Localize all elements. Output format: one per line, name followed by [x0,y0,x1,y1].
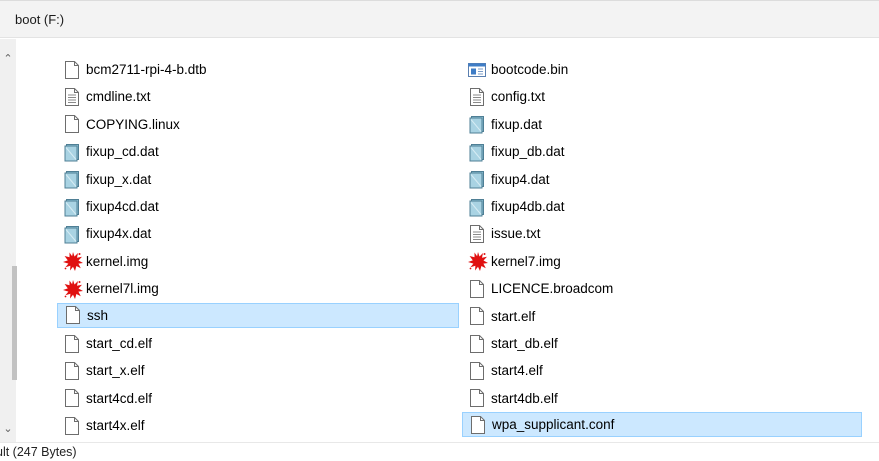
cut-off-item-right [467,39,587,44]
text-file-icon [468,224,486,244]
dat-file-icon [468,169,486,189]
left-column-file-item[interactable]: fixup_x.dat [57,167,459,192]
right-column-file-item[interactable]: start4.elf [462,358,862,383]
window-titlebar: boot (F:) [0,0,879,38]
window-title: boot (F:) [15,12,65,27]
file-name-label: config.txt [491,89,546,105]
status-text: ult (247 Bytes) [0,445,77,459]
blank-file-icon [63,60,81,80]
right-column-file-item[interactable]: start.elf [462,304,862,329]
file-name-label: fixup_x.dat [86,171,152,187]
file-name-label: fixup4x.dat [86,226,152,242]
file-name-label: fixup4.dat [491,171,550,187]
file-name-label: kernel7l.img [86,281,159,297]
blank-file-icon [63,114,81,134]
left-column-file-item[interactable]: fixup4x.dat [57,221,459,246]
scroll-down-arrow-icon[interactable]: ⌄ [0,421,16,437]
file-name-label: wpa_supplicant.conf [492,417,615,433]
left-column-file-item[interactable]: start_x.elf [57,358,459,383]
file-name-label: start4x.elf [86,418,145,434]
blank-file-icon [468,306,486,326]
right-column-file-item[interactable]: config.txt [462,84,862,109]
blank-file-icon [63,334,81,354]
right-column-file-item[interactable]: start_db.elf [462,331,862,356]
file-name-label: ssh [87,307,109,323]
titlebar-divider [0,0,879,1]
file-name-label: fixup4db.dat [491,199,565,214]
file-name-label: start.elf [491,308,536,324]
file-name-label: cmdline.txt [86,89,151,105]
file-name-label: bcm2711-rpi-4-b.dtb [86,62,207,77]
file-name-label: kernel7.img [491,253,561,269]
dat-file-icon [468,114,486,134]
dat-file-icon [63,142,81,162]
text-file-icon [63,87,81,107]
file-name-label: start4db.elf [491,390,558,406]
right-column-file-item[interactable]: fixup_db.dat [462,139,862,164]
file-name-label: fixup_cd.dat [86,144,159,160]
file-name-label: start4cd.elf [86,390,153,406]
text-file-icon [468,87,486,107]
right-column-file-item[interactable]: wpa_supplicant.conf [462,412,862,438]
blank-file-icon [468,279,486,299]
file-name-label: kernel.img [86,253,149,269]
left-column-file-item[interactable]: start4x.elf [57,413,459,438]
splat-img-icon [468,251,488,272]
status-bar: ult (247 Bytes) [0,442,879,461]
left-column-file-item[interactable]: ssh [57,302,459,328]
file-name-label: COPYING.linux [86,116,180,132]
blank-file-icon [469,415,487,435]
dat-file-icon [63,224,81,244]
blank-file-icon [468,388,486,408]
right-column-file-item[interactable]: fixup4db.dat [462,194,862,219]
bin-file-icon [468,60,486,80]
file-name-label: issue.txt [491,226,541,242]
left-column-file-item[interactable]: kernel7l.img [57,276,459,301]
splat-img-icon [63,251,83,272]
right-column-file-item[interactable]: LICENCE.broadcom [462,276,862,301]
file-name-label: start_db.elf [491,336,558,351]
file-list-pane[interactable]: bcm2711-rpi-4-b.dtb cmdline.txt COPYING.li… [16,39,879,442]
blank-file-icon [63,388,81,408]
cut-off-item-left [63,39,249,44]
file-name-label: LICENCE.broadcom [491,281,614,297]
vertical-scrollbar[interactable]: ⌃ ⌄ [0,39,17,442]
file-name-label: start_cd.elf [86,336,153,351]
left-column-file-item[interactable]: cmdline.txt [57,84,459,109]
splat-img-icon [63,279,83,299]
file-name-label: start_x.elf [86,363,145,379]
blank-file-icon [63,416,81,436]
right-column-file-item[interactable]: issue.txt [462,221,862,246]
file-name-label: fixup.dat [491,116,543,132]
right-column-file-item[interactable]: fixup.dat [462,112,862,137]
dat-file-icon [63,197,81,217]
right-column-file-item[interactable]: kernel7.img [462,249,862,274]
scroll-up-arrow-icon[interactable]: ⌃ [0,51,16,67]
right-column-file-item[interactable]: fixup4.dat [462,167,862,192]
file-name-label: fixup4cd.dat [86,199,159,214]
right-column-file-item[interactable]: start4db.elf [462,386,862,411]
left-column-file-item[interactable]: bcm2711-rpi-4-b.dtb [57,57,459,82]
blank-file-icon [63,361,81,381]
right-column-file-item[interactable]: bootcode.bin [462,57,862,82]
file-name-label: bootcode.bin [491,62,569,77]
left-column-file-item[interactable]: start4cd.elf [57,386,459,411]
left-column-file-item[interactable]: start_cd.elf [57,331,459,356]
blank-file-icon [64,305,82,325]
file-name-label: start4.elf [491,363,543,379]
blank-file-icon [468,361,486,381]
file-name-label: fixup_db.dat [491,144,565,160]
left-column-file-item[interactable]: COPYING.linux [57,112,459,137]
dat-file-icon [63,169,81,189]
left-column-file-item[interactable]: fixup4cd.dat [57,194,459,219]
dat-file-icon [468,197,486,217]
left-column-file-item[interactable]: fixup_cd.dat [57,139,459,164]
dat-file-icon [468,142,486,162]
blank-file-icon [468,334,486,354]
left-column-file-item[interactable]: kernel.img [57,249,459,274]
